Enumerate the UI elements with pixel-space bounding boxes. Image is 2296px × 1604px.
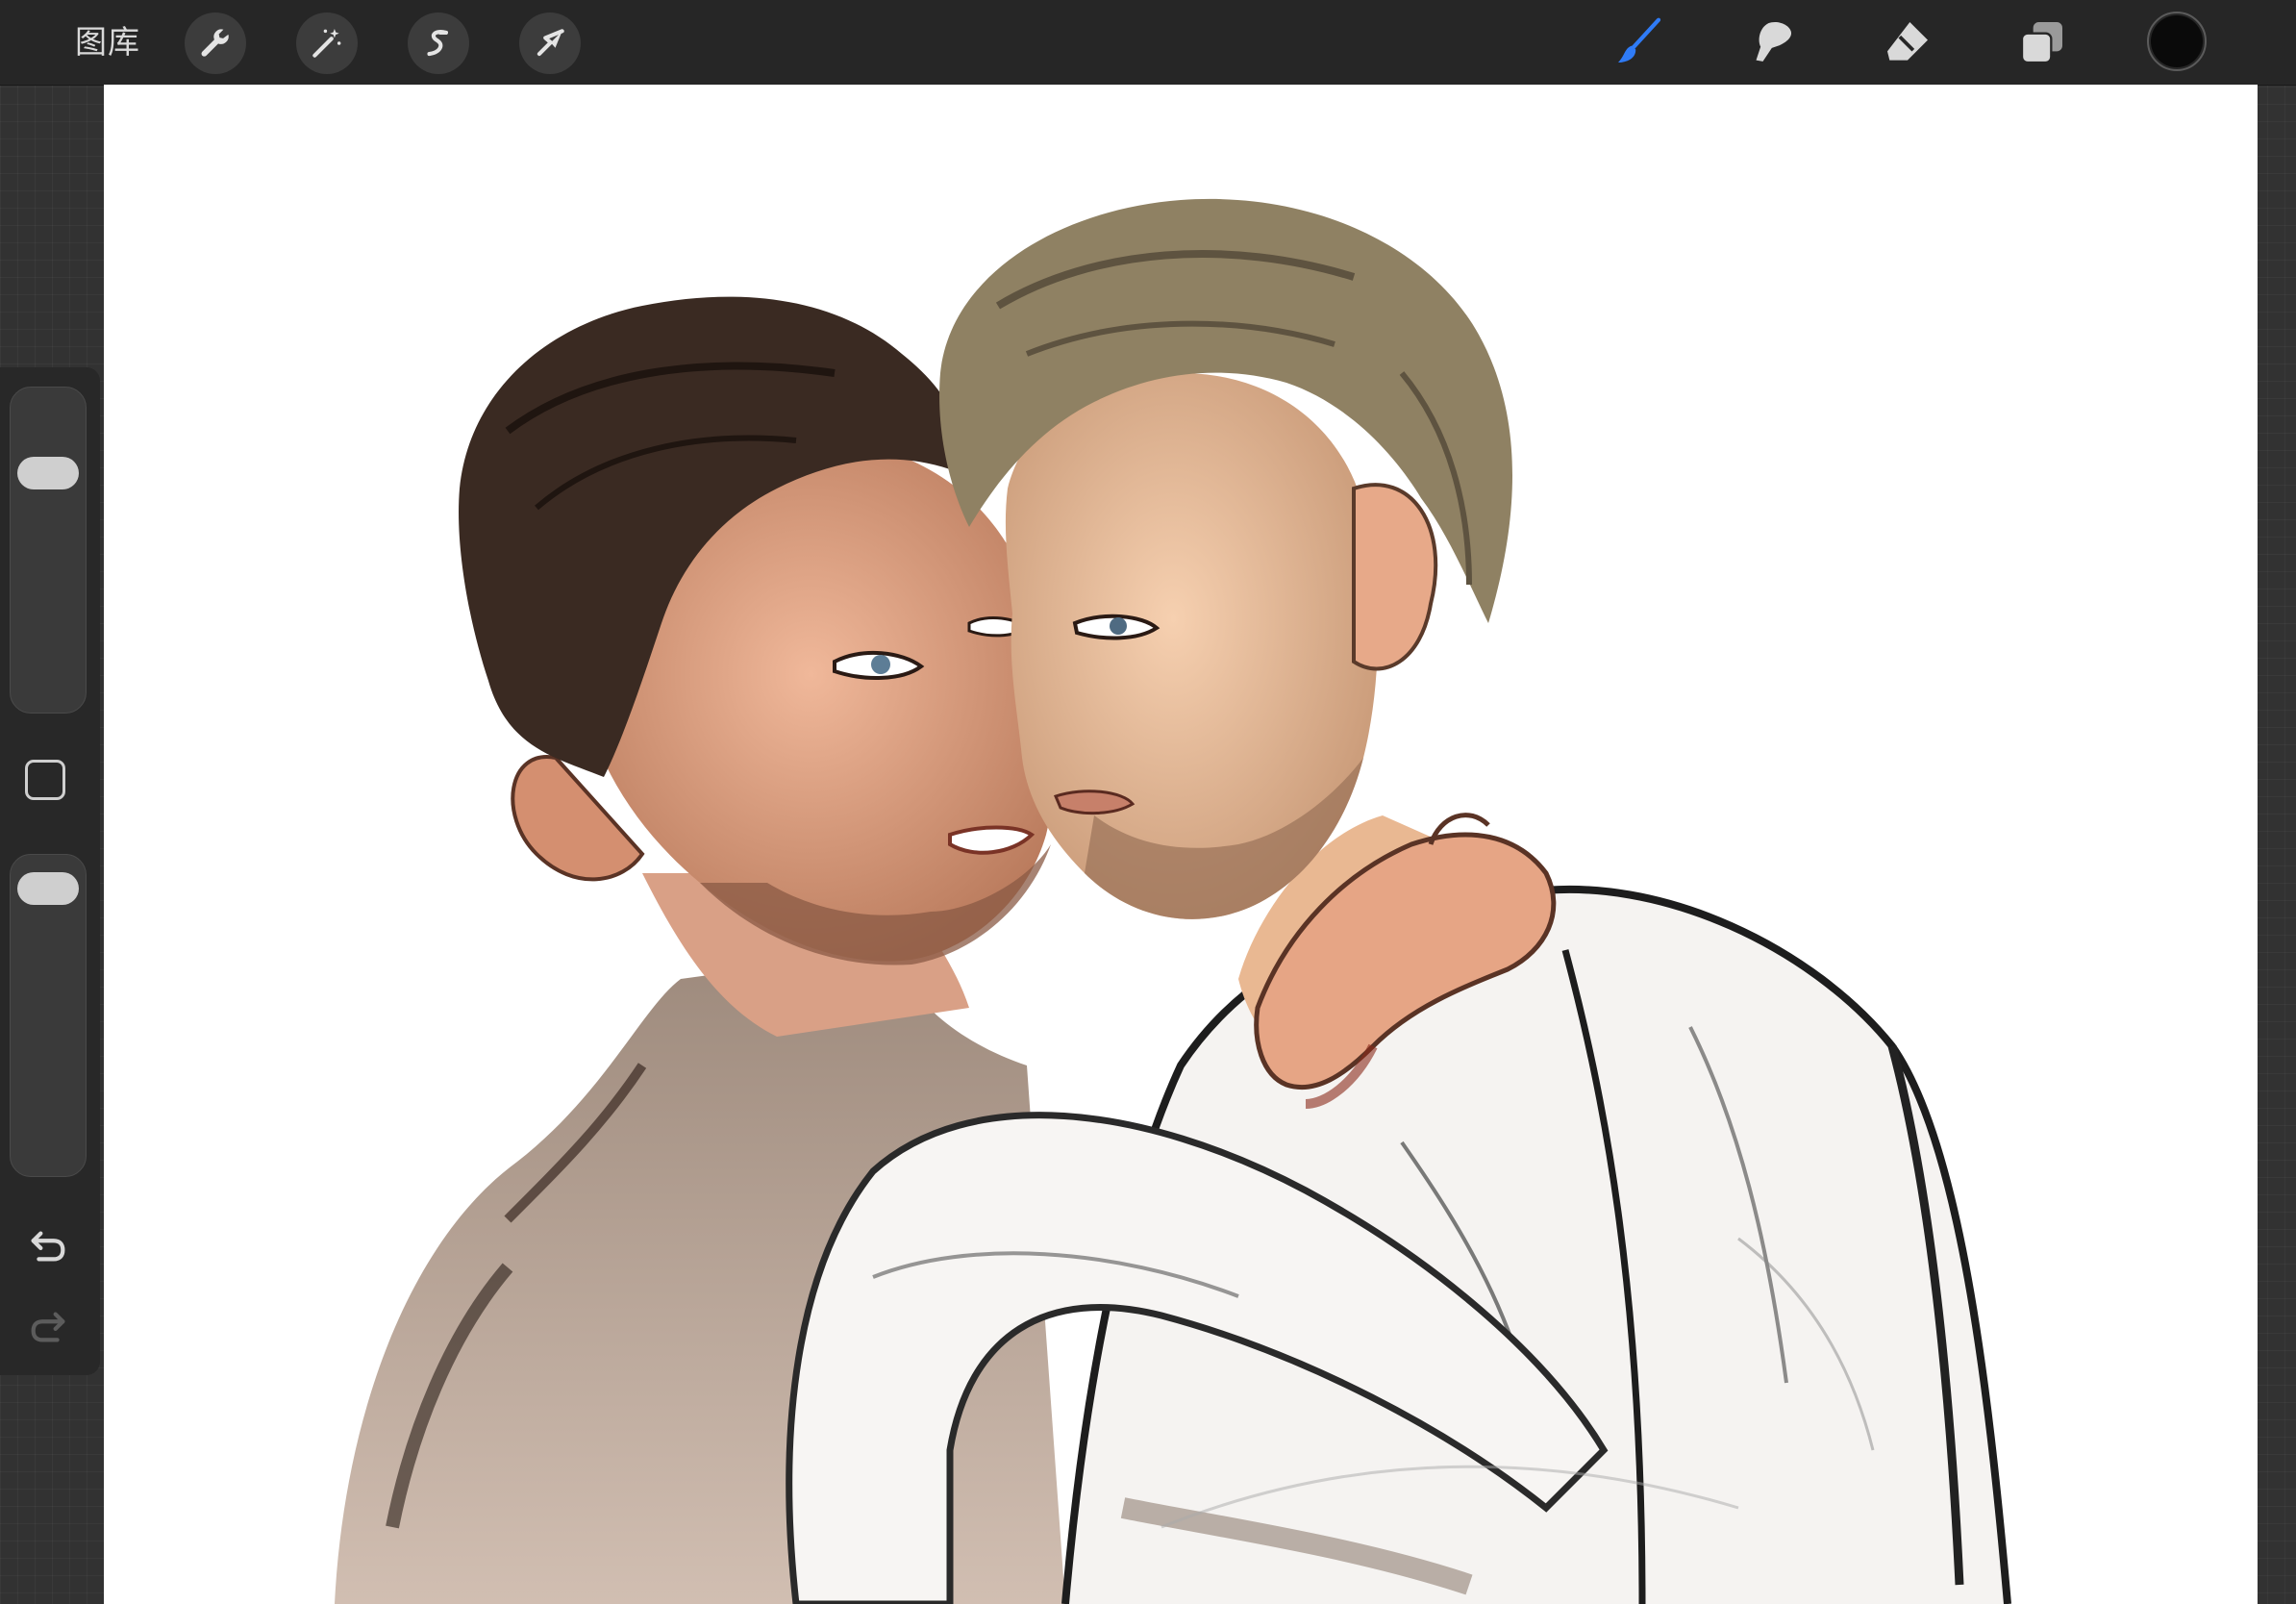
- layers-icon: [2020, 22, 2062, 64]
- redo-icon: [31, 1312, 65, 1342]
- top-toolbar: 图库: [0, 0, 2296, 86]
- smudge-tool-button[interactable]: [1742, 12, 1804, 73]
- gallery-button[interactable]: 图库: [75, 19, 140, 65]
- layers-button[interactable]: [2011, 12, 2073, 73]
- opacity-slider[interactable]: [10, 854, 87, 1177]
- undo-icon: [31, 1231, 65, 1262]
- adjustments-button[interactable]: [296, 13, 358, 74]
- eraser-icon: [1887, 22, 1928, 61]
- redo-button[interactable]: [21, 1300, 75, 1354]
- artwork-illustration: [335, 198, 2011, 1604]
- current-color-dot: [2151, 15, 2203, 67]
- modify-button[interactable]: [25, 760, 65, 800]
- erase-tool-button[interactable]: [1877, 12, 1938, 73]
- color-picker-button[interactable]: [2147, 12, 2207, 71]
- arrow-cursor-icon: [537, 29, 564, 57]
- brush-size-slider[interactable]: [10, 387, 87, 714]
- selection-s-icon: [427, 30, 448, 57]
- left-sidebar: [0, 367, 100, 1375]
- wrench-icon: [201, 29, 229, 57]
- brush-icon: [1618, 17, 1661, 63]
- transform-button[interactable]: [519, 13, 581, 74]
- smudge-icon: [1756, 21, 1792, 62]
- actions-button[interactable]: [185, 13, 246, 74]
- paint-tool-button[interactable]: [1608, 12, 1669, 73]
- undo-button[interactable]: [21, 1219, 75, 1273]
- opacity-slider-thumb[interactable]: [17, 871, 79, 905]
- magic-wand-icon: [312, 28, 341, 58]
- drawing-canvas[interactable]: [104, 85, 2258, 1604]
- brush-size-slider-thumb[interactable]: [17, 457, 79, 489]
- selection-button[interactable]: [408, 13, 469, 74]
